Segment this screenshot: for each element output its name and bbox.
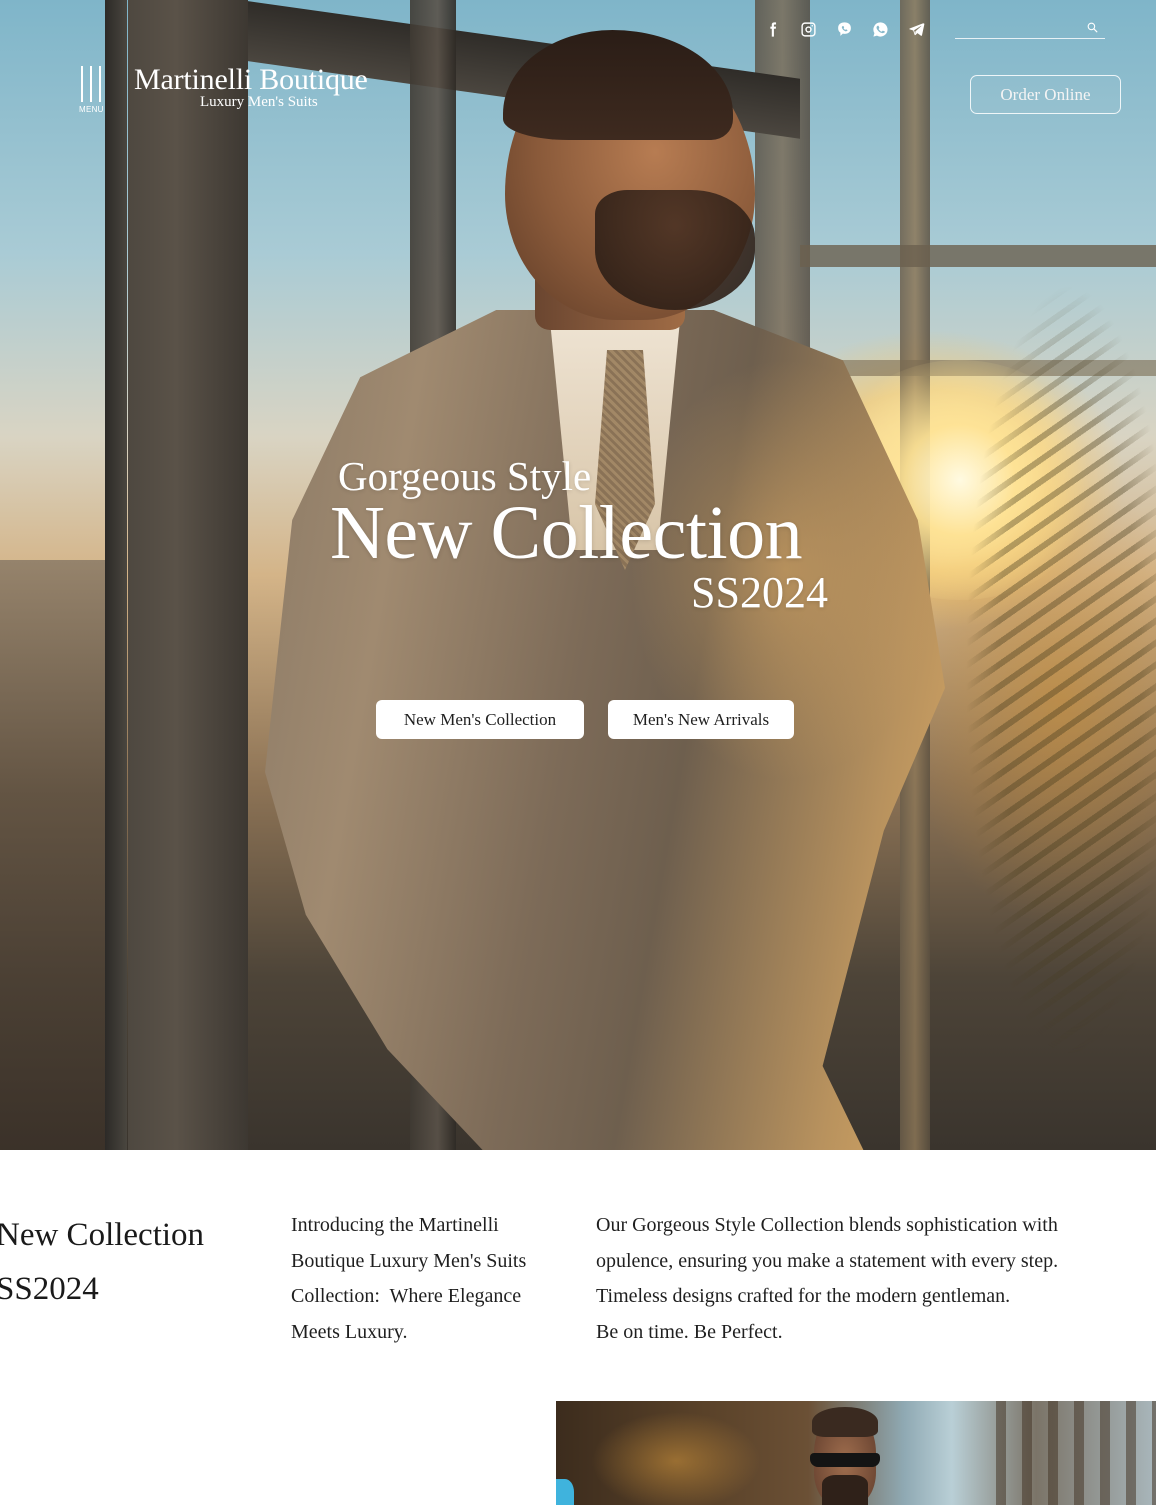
model-beard xyxy=(595,190,755,310)
feature-blue-accent xyxy=(556,1479,574,1505)
viber-icon[interactable] xyxy=(834,19,854,39)
intro-text-column-2: Our Gorgeous Style Collection blends sop… xyxy=(596,1208,1136,1351)
intro-text-line: opulence, ensuring you make a statement … xyxy=(596,1249,1059,1272)
hero-season: SS2024 xyxy=(691,568,828,617)
feature-model-hair xyxy=(812,1407,878,1437)
facebook-icon[interactable] xyxy=(762,19,782,39)
intro-text-column-1: Introducing the Martinelli Boutique Luxu… xyxy=(291,1208,571,1351)
feature-model-image xyxy=(556,1401,1156,1505)
search-bar xyxy=(955,18,1105,39)
hero-background-city xyxy=(0,560,105,1150)
order-online-button[interactable]: Order Online xyxy=(970,75,1121,114)
intro-text-line: Be on time. Be Perfect. xyxy=(596,1321,783,1344)
model-hair xyxy=(503,30,733,140)
brand-logo[interactable]: Martinelli Boutique Luxury Men's Suits xyxy=(134,60,368,110)
intro-text-line: Collection: Where Elegance xyxy=(291,1285,522,1308)
social-links xyxy=(762,19,926,39)
intro-heading-line: New Collection xyxy=(0,1217,205,1253)
feature-building xyxy=(996,1401,1156,1505)
intro-text-line: Timeless designs crafted for the modern … xyxy=(596,1285,1011,1308)
feature-model-beard xyxy=(822,1475,868,1505)
intro-text-line: Our Gorgeous Style Collection blends sop… xyxy=(596,1214,1058,1236)
menu-icon xyxy=(79,66,107,102)
intro-heading-line: SS2024 xyxy=(0,1271,99,1307)
intro-text-line: Introducing the Martinelli xyxy=(291,1214,499,1236)
brand-tagline: Luxury Men's Suits xyxy=(200,94,318,110)
hero-palm-leaves xyxy=(930,170,1156,1150)
feature-model-sunglasses xyxy=(810,1453,880,1467)
new-mens-collection-button[interactable]: New Men's Collection xyxy=(376,700,584,739)
intro-text-line: Boutique Luxury Men's Suits xyxy=(291,1249,527,1272)
instagram-icon[interactable] xyxy=(798,19,818,39)
hero-title: New Collection xyxy=(330,491,803,575)
telegram-icon[interactable] xyxy=(906,19,926,39)
intro-heading: New Collection SS2024 xyxy=(0,1208,204,1316)
hero-window-pillar xyxy=(128,0,248,1150)
mens-new-arrivals-button[interactable]: Men's New Arrivals xyxy=(608,700,794,739)
menu-button[interactable]: MENU xyxy=(79,66,107,116)
search-input[interactable] xyxy=(955,19,1081,39)
hero-window-pillar xyxy=(105,0,127,1150)
hero-model-image xyxy=(265,20,945,1150)
intro-text-line: Meets Luxury. xyxy=(291,1321,408,1344)
whatsapp-icon[interactable] xyxy=(870,19,890,39)
menu-label: MENU xyxy=(79,105,104,114)
search-icon[interactable] xyxy=(1086,21,1099,34)
